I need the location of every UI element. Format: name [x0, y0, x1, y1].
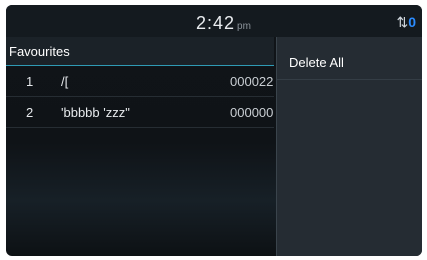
favourite-row[interactable]: 2 'bbbbb 'zzz" 000000: [6, 97, 274, 128]
clock: 2:42 pm: [196, 13, 251, 34]
options-menu: Delete All: [276, 37, 422, 256]
favourites-list: 1 /[ 000022 2 'bbbbb 'zzz" 000000: [6, 66, 274, 128]
favourites-header: Favourites: [6, 37, 274, 66]
status-indicator: 0: [408, 14, 416, 30]
favourite-name: 'bbbbb 'zzz": [61, 105, 130, 120]
page-title: Favourites: [9, 44, 70, 59]
favourite-name: /[: [61, 74, 69, 89]
head-unit-screen: 2:42 pm ⇅0 Favourites 1 /[ 000022 2 'bbbb…: [6, 5, 422, 256]
favourite-index: 1: [26, 74, 34, 89]
signal-icon: ⇅: [396, 14, 409, 30]
clock-ampm: pm: [237, 21, 251, 32]
connectivity-icon: ⇅0: [396, 14, 416, 31]
delete-all-label: Delete All: [289, 55, 344, 70]
delete-all-menu-item[interactable]: Delete All: [277, 47, 422, 80]
favourite-number: 000022: [230, 74, 274, 89]
favourite-row[interactable]: 1 /[ 000022: [6, 66, 274, 97]
clock-time: 2:42: [196, 13, 236, 33]
favourite-index: 2: [26, 105, 34, 120]
status-bar: 2:42 pm ⇅0: [6, 5, 422, 37]
favourite-number: 000000: [230, 105, 274, 120]
